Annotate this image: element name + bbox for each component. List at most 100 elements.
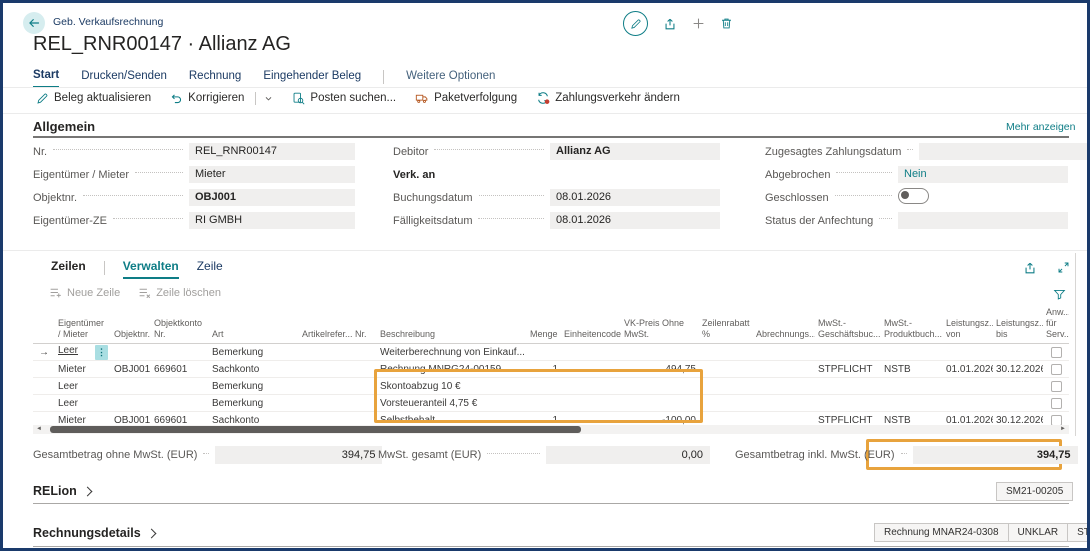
zugesagtes-zahlungsdatum-field[interactable]: [919, 143, 1089, 160]
service-checkbox[interactable]: [1051, 381, 1062, 392]
cell-art[interactable]: Sachkonto: [209, 361, 299, 378]
cell-zeilenrabatt[interactable]: [699, 378, 753, 395]
buchungsdatum-field[interactable]: 08.01.2026: [550, 189, 720, 206]
cell-abrechnungs[interactable]: [753, 361, 815, 378]
back-button[interactable]: [23, 12, 45, 34]
cell-objektnr[interactable]: [111, 395, 151, 412]
column-header-objektkonto[interactable]: Objektkonto Nr.: [151, 305, 209, 344]
cell-eigentuemer[interactable]: ⋮Leer: [55, 344, 111, 361]
cell-objektnr[interactable]: [111, 344, 151, 361]
cell-eigentuemer[interactable]: Mieter: [55, 361, 111, 378]
column-header-leistung_bis[interactable]: Leistungsz... bis: [993, 305, 1043, 344]
cell-zeilenrabatt[interactable]: [699, 395, 753, 412]
tab-start[interactable]: Start: [33, 69, 59, 88]
cell-eigentuemer[interactable]: Leer: [55, 395, 111, 412]
eigentuemer-ze-field[interactable]: RI GMBH: [189, 212, 355, 229]
scroll-right-icon[interactable]: ►: [1060, 425, 1066, 434]
cell-objektkonto[interactable]: 669601: [151, 361, 209, 378]
relion-badge[interactable]: SM21-00205: [996, 482, 1073, 501]
cell-mwst_geschaeft[interactable]: [815, 395, 881, 412]
cell-abrechnungs[interactable]: [753, 378, 815, 395]
eigentuemer-mieter-field[interactable]: Mieter: [189, 166, 355, 183]
column-header-zeilenrabatt[interactable]: Zeilenrabatt %: [699, 305, 753, 344]
change-payment-button[interactable]: Zahlungsverkehr ändern: [536, 91, 680, 105]
service-checkbox[interactable]: [1051, 398, 1062, 409]
share-button[interactable]: [663, 17, 677, 31]
column-header-objektnr[interactable]: Objektnr.: [111, 305, 151, 344]
cell-art[interactable]: Bemerkung: [209, 344, 299, 361]
tab-weitere-optionen[interactable]: Weitere Optionen: [406, 70, 495, 87]
filter-icon[interactable]: [1053, 288, 1066, 301]
column-header-artikelref[interactable]: Artikelrefer... Nr.: [299, 305, 377, 344]
cell-leistung_bis[interactable]: [993, 378, 1043, 395]
invoice-number-badge[interactable]: Rechnung MNAR24-0308: [874, 523, 1009, 542]
chevron-down-icon[interactable]: [264, 94, 273, 103]
show-more-link[interactable]: Mehr anzeigen: [1006, 121, 1075, 133]
cell-objektkonto[interactable]: [151, 395, 209, 412]
cell-eigentuemer[interactable]: Leer: [55, 378, 111, 395]
column-header-anw_serv[interactable]: Anw... für Serv...: [1043, 305, 1069, 344]
cell-artikelref[interactable]: [299, 378, 377, 395]
cell-art[interactable]: Bemerkung: [209, 395, 299, 412]
correct-button[interactable]: Korrigieren: [170, 92, 273, 105]
cell-leistung_von[interactable]: [943, 395, 993, 412]
column-header-einheitencode[interactable]: Einheitencode: [561, 305, 621, 344]
relion-section-heading[interactable]: RELion: [33, 484, 91, 498]
cell-abrechnungs[interactable]: [753, 344, 815, 361]
cell-beschreibung[interactable]: Weiterberechnung von Einkauf...: [377, 344, 527, 361]
cell-artikelref[interactable]: [299, 361, 377, 378]
row-options-icon[interactable]: ⋮: [95, 345, 108, 360]
cell-menge[interactable]: [527, 344, 561, 361]
cell-mwst_produkt[interactable]: NSTB: [881, 361, 943, 378]
tab-eingehender-beleg[interactable]: Eingehender Beleg: [263, 70, 361, 87]
cell-mwst_produkt[interactable]: [881, 378, 943, 395]
cell-leistung_von[interactable]: [943, 344, 993, 361]
cell-anw_serv[interactable]: [1043, 344, 1069, 361]
cell-anw_serv[interactable]: [1043, 361, 1069, 378]
horizontal-scrollbar-thumb[interactable]: [50, 426, 581, 433]
cell-abrechnungs[interactable]: [753, 395, 815, 412]
invoice-details-section-heading[interactable]: Rechnungsdetails: [33, 526, 155, 540]
focus-mode-icon[interactable]: [1057, 261, 1070, 275]
lines-tab-zeile[interactable]: Zeile: [197, 259, 223, 277]
cell-mwst_geschaeft[interactable]: [815, 378, 881, 395]
delete-button[interactable]: [720, 17, 733, 30]
cell-leistung_bis[interactable]: 30.12.2026: [993, 361, 1043, 378]
cell-art[interactable]: Bemerkung: [209, 378, 299, 395]
debitor-field[interactable]: Allianz AG: [550, 143, 720, 160]
package-tracking-button[interactable]: Paketverfolgung: [415, 92, 517, 105]
column-header-eigentuemer[interactable]: Eigentümer / Mieter: [55, 305, 111, 344]
abgebrochen-field[interactable]: Nein: [898, 166, 1068, 183]
cell-anw_serv[interactable]: [1043, 395, 1069, 412]
update-document-button[interactable]: Beleg aktualisieren: [36, 92, 151, 105]
find-entries-button[interactable]: Posten suchen...: [292, 92, 396, 105]
column-header-art[interactable]: Art: [209, 305, 299, 344]
cell-leistung_bis[interactable]: [993, 395, 1043, 412]
cell-zeilenrabatt[interactable]: [699, 361, 753, 378]
cell-zeilenrabatt[interactable]: [699, 344, 753, 361]
tab-rechnung[interactable]: Rechnung: [189, 70, 241, 87]
new-button[interactable]: [692, 17, 705, 30]
geschlossen-toggle[interactable]: [898, 188, 929, 204]
table-row[interactable]: →⋮LeerBemerkungWeiterberechnung von Eink…: [33, 344, 1069, 361]
share-icon[interactable]: [1023, 261, 1037, 275]
cell-einheitencode[interactable]: [561, 344, 621, 361]
column-header-beschreibung[interactable]: Beschreibung: [377, 305, 527, 344]
cell-leistung_von[interactable]: 01.01.2026: [943, 361, 993, 378]
cell-vk_preis[interactable]: [621, 344, 699, 361]
tab-drucken-senden[interactable]: Drucken/Senden: [81, 70, 167, 87]
column-header-mwst_geschaeft[interactable]: MwSt.-Geschäftsbuc...: [815, 305, 881, 344]
new-line-button[interactable]: Neue Zeile: [49, 286, 120, 299]
horizontal-scrollbar[interactable]: ◄ ►: [33, 425, 1069, 434]
cell-objektkonto[interactable]: [151, 344, 209, 361]
cell-artikelref[interactable]: [299, 395, 377, 412]
delete-line-button[interactable]: Zeile löschen: [138, 286, 221, 299]
cell-mwst_geschaeft[interactable]: [815, 344, 881, 361]
unklar-badge[interactable]: UNKLAR: [1008, 523, 1069, 542]
service-checkbox[interactable]: [1051, 364, 1062, 375]
breadcrumb[interactable]: Geb. Verkaufsrechnung: [53, 16, 163, 28]
cell-artikelref[interactable]: [299, 344, 377, 361]
column-header-menge[interactable]: Menge: [527, 305, 561, 344]
cell-leistung_bis[interactable]: [993, 344, 1043, 361]
edit-button[interactable]: [623, 11, 648, 36]
